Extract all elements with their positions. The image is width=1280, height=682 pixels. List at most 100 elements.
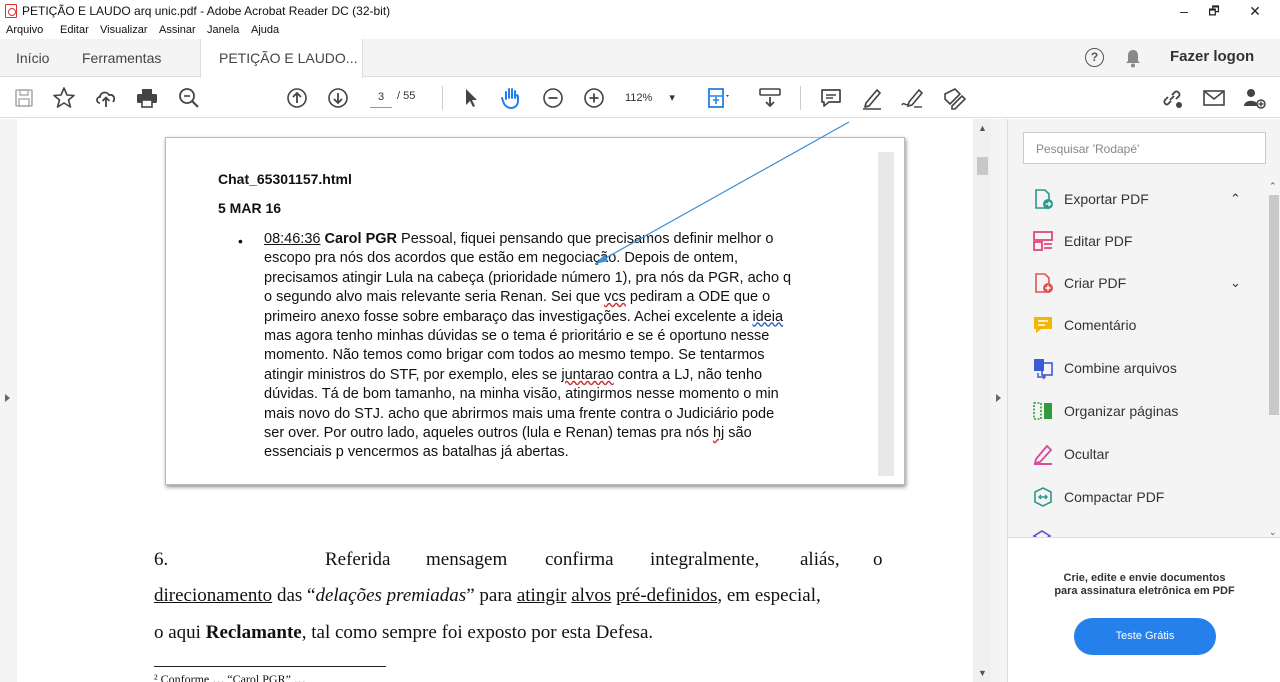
tools-pane: Pesquisar 'Rodapé' Exportar PDF ⌃ Editar… [1007, 119, 1280, 682]
print-icon[interactable] [134, 85, 160, 111]
minimize-button[interactable]: – [1170, 2, 1198, 20]
zoom-in-icon[interactable] [581, 85, 607, 111]
tab-home[interactable]: Início [16, 39, 49, 77]
tools-search-input[interactable]: Pesquisar 'Rodapé' [1023, 132, 1266, 164]
paragraph-text: , em especial, [717, 585, 821, 606]
scroll-up-icon[interactable]: ▲ [978, 123, 987, 133]
tool-label: Exportar PDF [1064, 191, 1149, 207]
next-tool-partial [1032, 529, 1052, 537]
tool-comment[interactable]: Comentário [1032, 314, 1262, 338]
save-icon[interactable] [11, 85, 37, 111]
zoom-level: 112% [625, 92, 653, 104]
paragraph-text: das “ [272, 585, 316, 606]
menu-visualizar[interactable]: Visualizar [100, 24, 148, 36]
notification-bell-icon[interactable] [1124, 48, 1142, 68]
zoom-chevron-down-icon: ▾ [669, 92, 675, 104]
left-panel-toggle[interactable] [0, 119, 17, 682]
share-link-icon[interactable] [1159, 85, 1185, 111]
underlined-word: atingir [516, 585, 567, 606]
scroll-down-icon[interactable]: ▼ [978, 668, 987, 678]
tool-organize-pages[interactable]: Organizar páginas [1032, 400, 1262, 424]
organize-pages-icon [1033, 402, 1052, 420]
add-user-icon[interactable] [1241, 85, 1267, 111]
hand-tool-icon[interactable] [498, 85, 524, 111]
tool-label: Criar PDF [1064, 275, 1127, 291]
menu-janela[interactable]: Janela [207, 24, 239, 36]
document-scrollbar[interactable]: ▲ ▼ [973, 119, 991, 682]
paragraph-word: confirma [545, 549, 614, 570]
zoom-out-icon[interactable] [540, 85, 566, 111]
page-fit-icon[interactable] [705, 85, 731, 111]
restore-button[interactable]: 🗗 [1200, 2, 1228, 20]
fill-sign-icon[interactable] [942, 85, 968, 111]
tool-edit-pdf[interactable]: Editar PDF [1032, 230, 1262, 254]
paragraph-6-line-2: direcionamento das “delações premiadas” … [154, 585, 821, 607]
login-button[interactable]: Fazer logon [1170, 48, 1254, 65]
tool-label: Combine arquivos [1064, 360, 1177, 376]
menu-editar[interactable]: Editar [60, 24, 89, 36]
paragraph-word: Referida [325, 549, 391, 570]
zoom-search-icon[interactable] [176, 85, 202, 111]
close-window-button[interactable]: ✕ [1241, 2, 1269, 20]
paragraph-text: o aqui [154, 622, 206, 643]
tool-compress-pdf[interactable]: Compactar PDF [1032, 486, 1262, 510]
tab-document-label: PETIÇÃO E LAUDO... [219, 50, 358, 66]
collapse-arrow-icon [996, 394, 1001, 402]
paragraph-word: mensagem [426, 549, 508, 570]
tool-combine-files[interactable]: Combine arquivos [1032, 357, 1262, 381]
expand-arrow-icon [5, 394, 10, 402]
scrollbar-thumb[interactable] [977, 157, 988, 175]
italic-phrase: delações premiadas [315, 585, 467, 606]
email-icon[interactable] [1201, 85, 1227, 111]
footnote: ² Conforme … “Carol PGR” … [154, 672, 306, 682]
tab-document[interactable]: PETIÇÃO E LAUDO... ✕ [200, 39, 363, 104]
sign-icon[interactable] [900, 85, 926, 111]
menu-arquivo[interactable]: Arquivo [6, 24, 43, 36]
chevron-down-icon[interactable]: ⌄ [1230, 275, 1241, 291]
highlight-pen-icon[interactable] [859, 85, 885, 111]
tool-label: Ocultar [1064, 446, 1110, 462]
redact-icon [1033, 444, 1053, 465]
tool-export-pdf[interactable]: Exportar PDF ⌃ [1032, 188, 1262, 212]
previous-page-icon[interactable] [284, 85, 310, 111]
upload-cloud-icon[interactable] [93, 85, 119, 111]
paragraph-text: , tal como sempre foi exposto por esta D… [301, 622, 654, 643]
document-view[interactable]: Chat_65301157.html 5 MAR 16 • 08:46:36 C… [17, 119, 973, 682]
toolbar: 3 / 55 112% ▾ [0, 78, 1280, 118]
right-panel-toggle[interactable] [991, 119, 1007, 682]
export-pdf-icon [1035, 189, 1053, 209]
comment-icon[interactable] [818, 85, 844, 111]
toolbar-divider [442, 86, 443, 110]
tool-label: Compactar PDF [1064, 489, 1165, 505]
help-icon[interactable]: ? [1085, 48, 1104, 67]
zoom-dropdown[interactable]: 112% ▾ [625, 88, 687, 108]
next-page-icon[interactable] [325, 85, 351, 111]
select-cursor-icon[interactable] [458, 85, 484, 111]
bold-word: Reclamante [205, 622, 302, 643]
scroll-mode-icon[interactable] [757, 85, 783, 111]
promo-line-1: Crie, edite e envie documentos [1063, 572, 1226, 584]
annotation-arrow [594, 121, 850, 265]
paragraph-word: aliás, [800, 549, 840, 570]
create-pdf-icon [1035, 273, 1053, 293]
paragraph-word: o [873, 549, 883, 570]
menu-assinar[interactable]: Assinar [159, 24, 196, 36]
window-title: PETIÇÃO E LAUDO arq unic.pdf - Adobe Acr… [22, 4, 391, 18]
chevron-up-icon[interactable]: ⌃ [1230, 191, 1241, 207]
page-number-input[interactable]: 3 [370, 88, 392, 108]
free-trial-button[interactable]: Teste Grátis [1074, 618, 1216, 655]
menu-bar: Arquivo Editar Visualizar Assinar Janela… [0, 22, 1280, 39]
combine-files-icon [1034, 359, 1053, 379]
tool-redact[interactable]: Ocultar [1032, 443, 1262, 467]
scroll-up-icon[interactable]: ⌃ [1269, 181, 1277, 192]
tools-scrollbar[interactable]: ⌃ ⌄ [1266, 181, 1280, 538]
underlined-word: pré-definidos [616, 585, 718, 606]
tool-label: Comentário [1064, 317, 1137, 333]
tab-tools[interactable]: Ferramentas [82, 39, 161, 77]
bookmark-star-icon[interactable] [51, 85, 77, 111]
paragraph-number: 6. [154, 549, 169, 570]
tools-scrollbar-thumb[interactable] [1269, 195, 1279, 415]
menu-ajuda[interactable]: Ajuda [251, 24, 279, 36]
tool-create-pdf[interactable]: Criar PDF ⌄ [1032, 272, 1262, 296]
edit-pdf-icon [1033, 231, 1053, 251]
